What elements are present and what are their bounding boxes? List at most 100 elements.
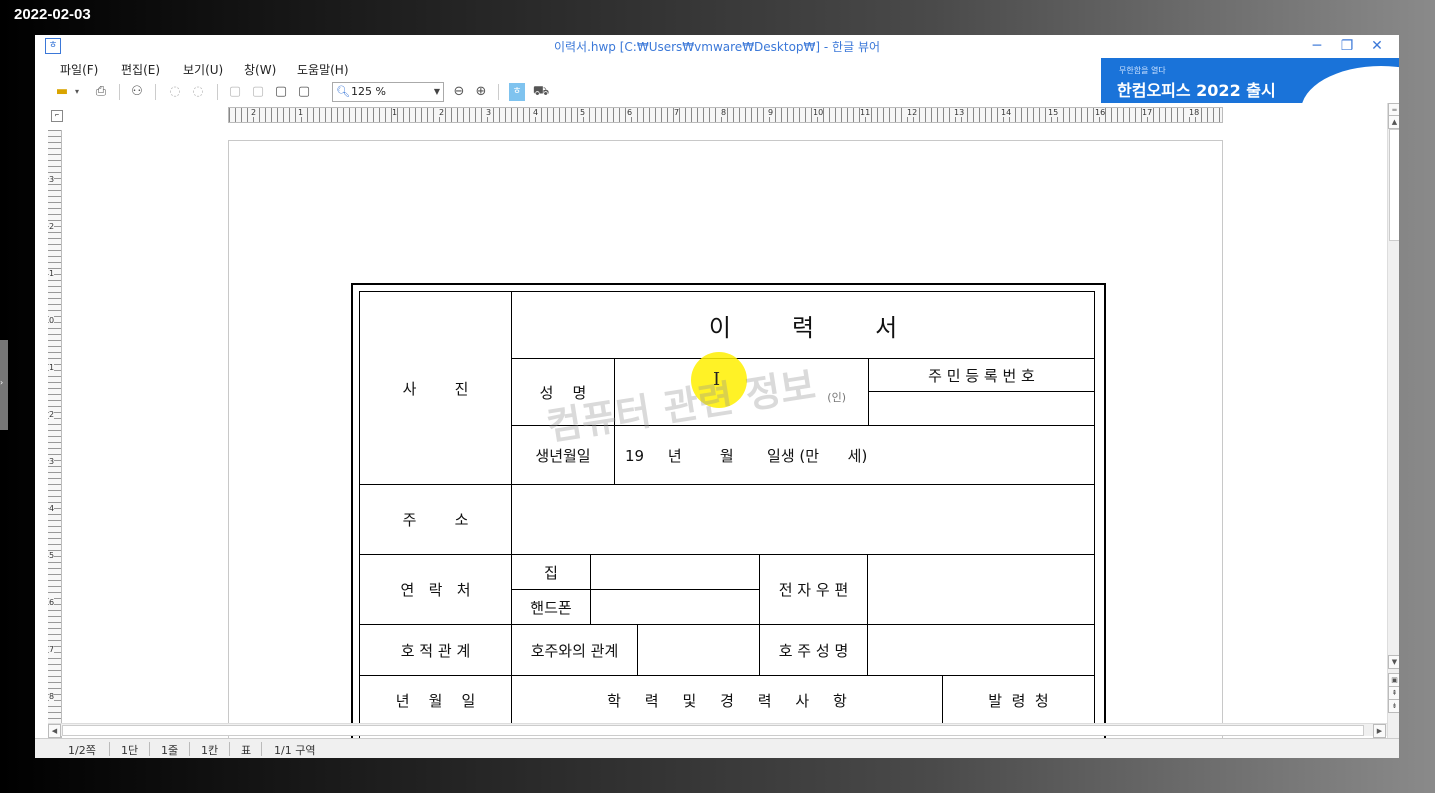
zoom-value: 125 %	[351, 85, 386, 98]
address-label: 주 소	[360, 485, 512, 555]
scroll-down-icon[interactable]: ▼	[1388, 655, 1399, 669]
ruler-tick: 9	[768, 108, 774, 117]
ruler-tick: 1	[298, 108, 304, 117]
page-first-icon[interactable]: ▢	[248, 83, 268, 101]
ruler-tick: 18	[1189, 108, 1200, 117]
ruler-tick: 16	[1095, 108, 1106, 117]
head-name-label: 호 주 성 명	[760, 625, 868, 676]
horizontal-scroll-thumb[interactable]	[62, 725, 1364, 736]
chevron-right-icon: ›	[0, 378, 4, 387]
title-bar: ㅎ 이력서.hwp [C:₩Users₩vmware₩Desktop₩] - 한…	[35, 35, 1399, 57]
ruler-tick: 8	[49, 692, 55, 701]
memo2-icon[interactable]: ◌	[188, 83, 208, 101]
ruler-tick: 3	[486, 108, 492, 117]
window-title: 이력서.hwp [C:₩Users₩vmware₩Desktop₩] - 한글 …	[553, 40, 881, 54]
side-panel-toggle[interactable]: ›	[0, 340, 8, 430]
ruler-tick: 14	[1001, 108, 1012, 117]
status-char: 1칸	[201, 744, 219, 757]
date-column-header: 년 월 일	[360, 676, 512, 726]
status-column: 1단	[121, 744, 139, 757]
open-dropdown-icon[interactable]: ▾	[72, 83, 82, 101]
page-next-icon[interactable]: ▢	[271, 83, 291, 101]
head-name-input[interactable]	[868, 625, 1095, 676]
ad-banner[interactable]: 무한함을 열다 한컴오피스 2022 출시	[1101, 58, 1399, 103]
photo-cell[interactable]: 사 진	[360, 292, 512, 485]
ruler-tick: 4	[533, 108, 539, 117]
form-title: 이 력 서	[512, 292, 1095, 359]
ruler-tick: 15	[1048, 108, 1059, 117]
ruler-tick: 1	[49, 363, 55, 372]
birth-input[interactable]: 19 년 월 일생 (만 세)	[615, 426, 1095, 485]
vertical-scroll-thumb[interactable]	[1389, 129, 1399, 241]
hancom-icon[interactable]: ㅎ	[509, 83, 525, 101]
ad-tagline: 무한함을 열다	[1119, 66, 1166, 75]
menu-file[interactable]: 파일(F)	[60, 61, 98, 78]
ruler-tick: 3	[49, 175, 55, 184]
vertical-ruler: 3 2 1 0 1 2 3 4 5 6 7 8 9	[48, 130, 62, 755]
ruler-tick: 1	[49, 269, 55, 278]
ruler-tick: 5	[580, 108, 586, 117]
ruler-tick: 4	[49, 504, 55, 513]
mobile-phone-input[interactable]	[591, 590, 760, 625]
ad-headline: 한컴오피스 2022 출시	[1117, 81, 1276, 100]
print-icon[interactable]: ⎙	[91, 83, 111, 101]
close-icon[interactable]: ✕	[1363, 35, 1391, 57]
issuer-column-header: 발 령 청	[943, 676, 1095, 726]
next-page-icon[interactable]: ⇟	[1388, 699, 1399, 713]
ruler-tick: 7	[49, 645, 55, 654]
ruler-tick: 2	[49, 410, 55, 419]
id-number-input[interactable]	[869, 392, 1095, 426]
email-label: 전 자 우 편	[760, 555, 868, 625]
find-binoculars-icon[interactable]: ⚇	[127, 83, 147, 101]
date-stamp: 2022-02-03	[14, 6, 91, 23]
ruler-tick: 12	[907, 108, 918, 117]
contact-label: 연 락 처	[360, 555, 512, 625]
ruler-tick: 10	[813, 108, 824, 117]
ruler-tick: 7	[674, 108, 680, 117]
zoom-select[interactable]: 🔍︎ 125 % ▼	[332, 82, 444, 102]
zoom-search-icon: 🔍︎	[336, 85, 350, 98]
minimize-icon[interactable]: ─	[1303, 35, 1331, 57]
status-page: 1/2쪽	[68, 744, 96, 757]
ruler-tick: 2	[251, 108, 257, 117]
zoom-in-icon[interactable]: ⊕	[472, 83, 490, 101]
zoom-dropdown-icon: ▼	[433, 87, 440, 96]
menu-edit[interactable]: 편집(E)	[121, 61, 160, 78]
history-column-header: 학 력 및 경 력 사 항	[512, 676, 943, 726]
status-section: 1/1 구역	[274, 744, 316, 757]
seal-mark: (인)	[827, 391, 846, 404]
horizontal-ruler: 2 1 1 2 3 4 5 6 7 8 9 10 11 12 13 14 15 …	[228, 107, 1223, 123]
status-line: 1줄	[161, 744, 179, 757]
ruler-tick: 2	[49, 222, 55, 231]
scroll-right-icon[interactable]: ▶	[1373, 724, 1386, 738]
vertical-scrollbar[interactable]: ═ ▲ ▼ ▣ ⇞ ⇟	[1387, 103, 1399, 739]
ruler-tick: 5	[49, 551, 55, 560]
ruler-corner-icon[interactable]: ⌐	[51, 110, 63, 122]
zoom-out-icon[interactable]: ⊖	[450, 83, 468, 101]
menu-help[interactable]: 도움말(H)	[297, 61, 349, 78]
menu-bar: 파일(F) 편집(E) 보기(U) 창(W) 도움말(H)	[35, 57, 1095, 81]
prev-page-icon[interactable]: ⇞	[1388, 686, 1399, 700]
page-prev-icon[interactable]: ▢	[225, 83, 245, 101]
page-view-icon[interactable]: ▣	[1388, 673, 1399, 687]
scroll-left-icon[interactable]: ◀	[48, 724, 61, 738]
restore-icon[interactable]: ❐	[1333, 35, 1361, 57]
relation-input[interactable]	[638, 625, 760, 676]
memo-icon[interactable]: ◌	[165, 83, 185, 101]
menu-view[interactable]: 보기(U)	[183, 61, 223, 78]
address-input[interactable]	[512, 485, 1095, 555]
status-mode: 표	[241, 744, 252, 757]
menu-window[interactable]: 창(W)	[244, 61, 276, 78]
horizontal-scrollbar[interactable]: ◀ ▶	[48, 723, 1387, 738]
home-phone-input[interactable]	[591, 555, 760, 590]
page-last-icon[interactable]: ▢	[294, 83, 314, 101]
viewer-window: ㅎ 이력서.hwp [C:₩Users₩vmware₩Desktop₩] - 한…	[35, 35, 1399, 758]
ruler-tick: 3	[49, 457, 55, 466]
ruler-tick: 13	[954, 108, 965, 117]
scroll-up-icon[interactable]: ▲	[1388, 115, 1399, 129]
ruler-tick: 2	[439, 108, 445, 117]
family-register-label: 호 적 관 계	[360, 625, 512, 676]
cart-icon[interactable]: ⛟	[532, 83, 550, 101]
email-input[interactable]	[868, 555, 1095, 625]
open-folder-icon[interactable]: ▬	[52, 83, 72, 101]
